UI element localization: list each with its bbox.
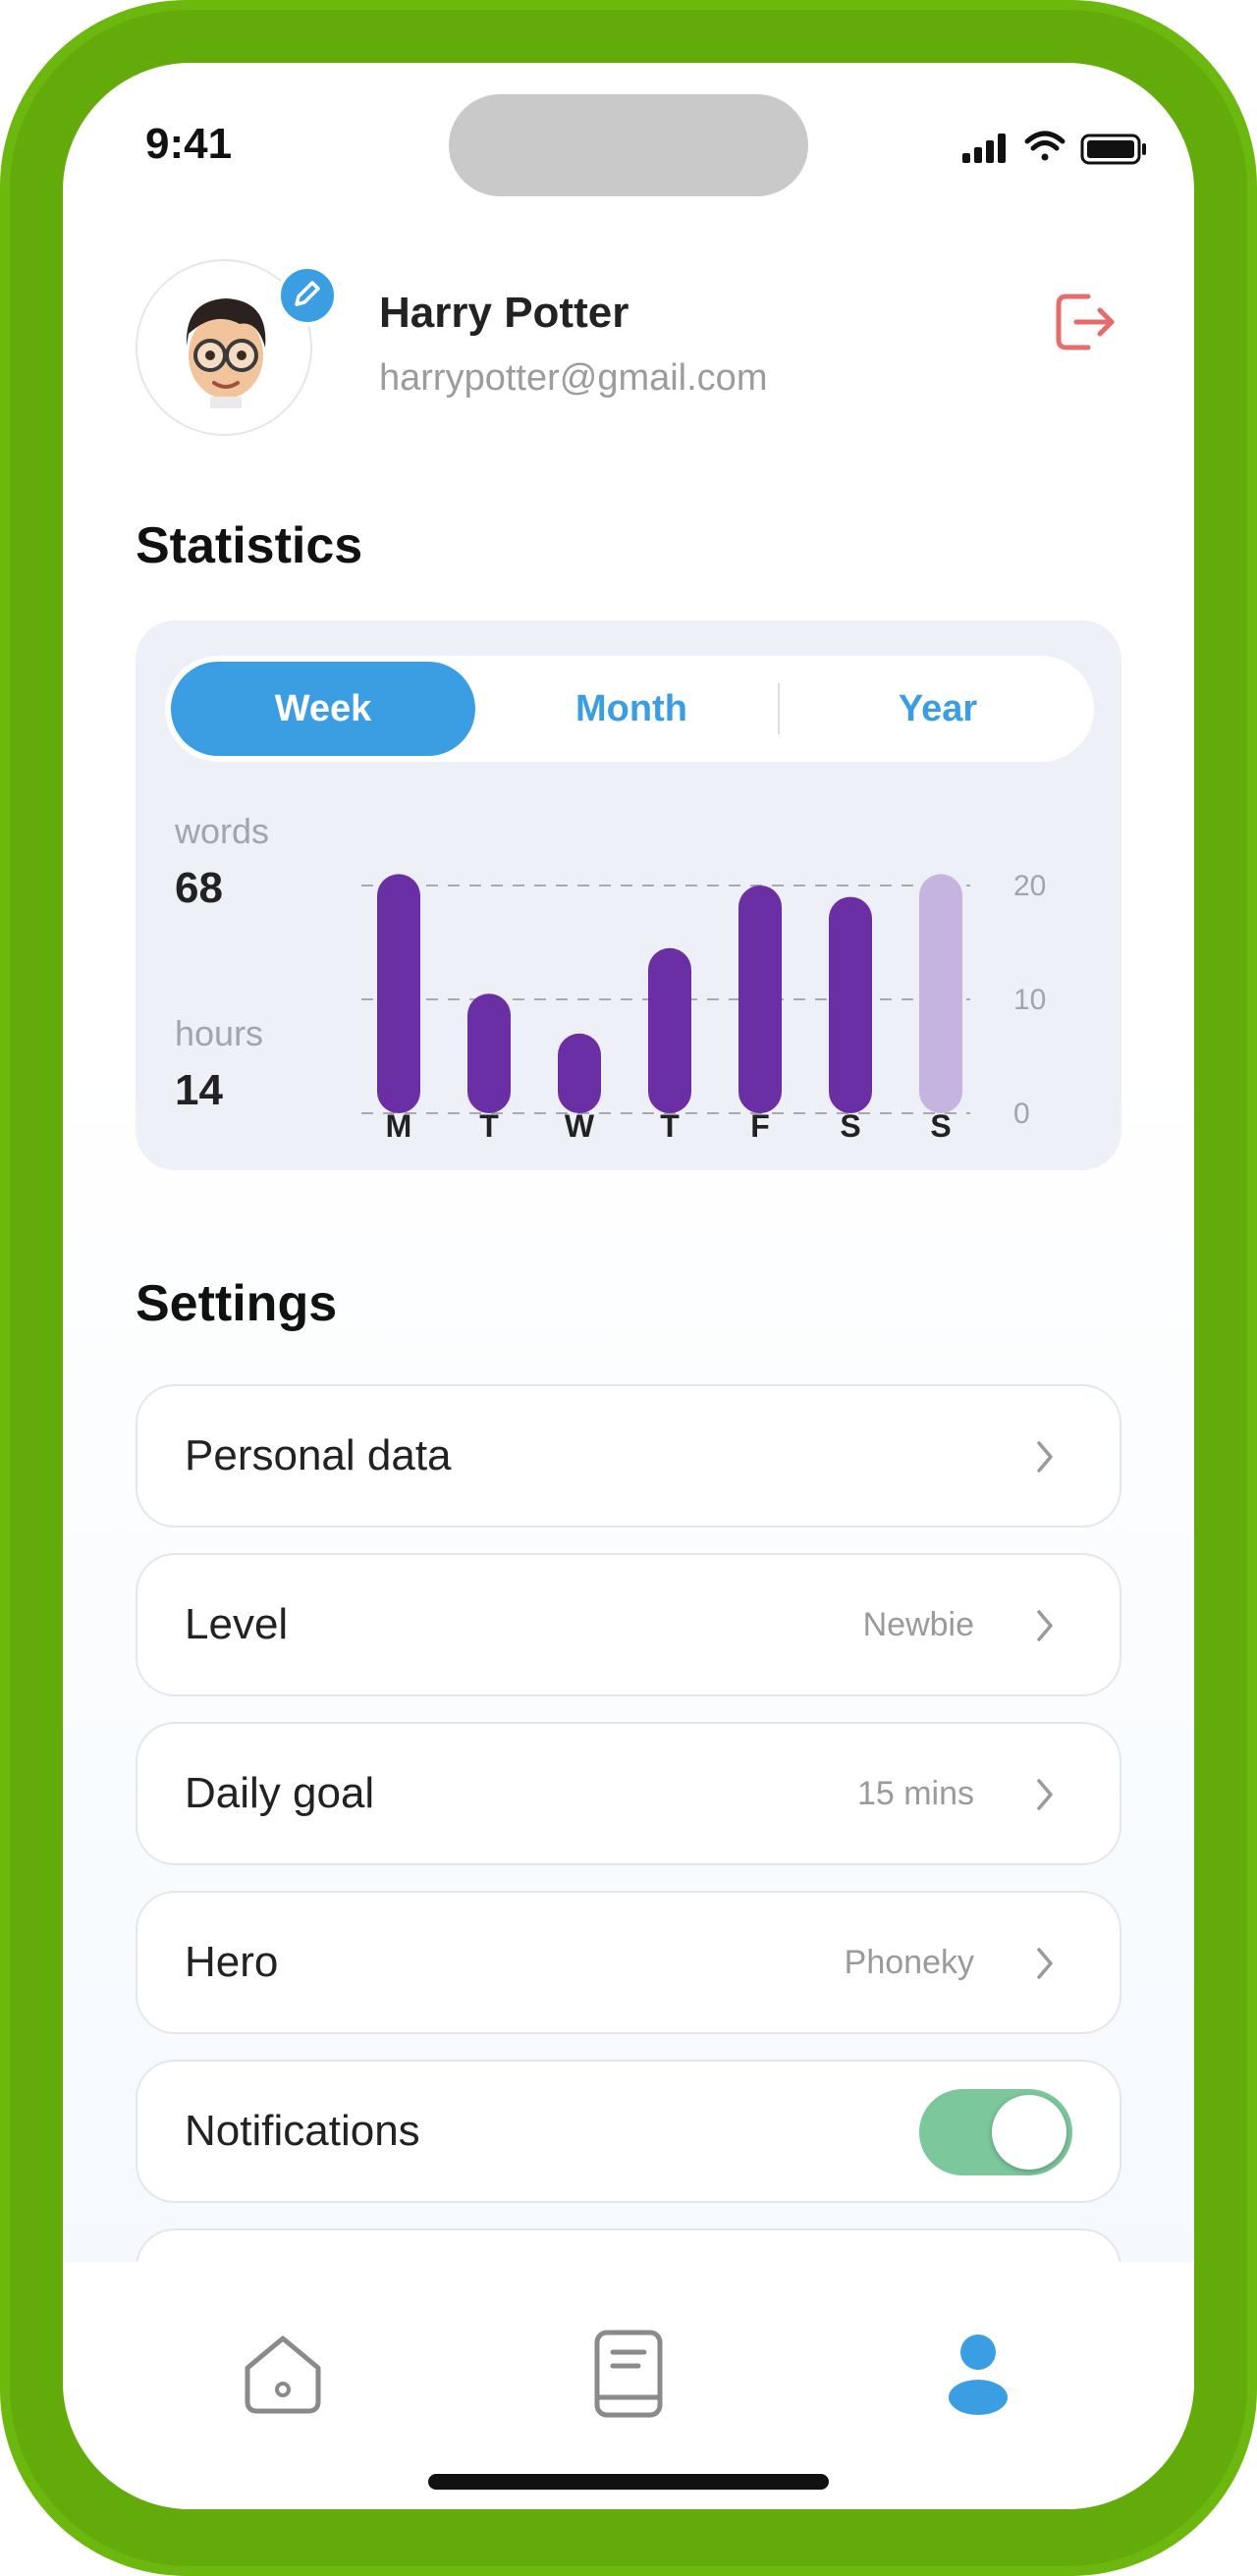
settings-row-label: Personal data [185, 1431, 452, 1479]
words-label: words [175, 811, 270, 851]
tab-year[interactable]: Year [786, 662, 1090, 756]
settings-row-label: Daily goal [185, 1769, 375, 1817]
settings-heading: Settings [136, 1275, 338, 1332]
notifications-toggle[interactable] [919, 2089, 1072, 2175]
hours-label: hours [175, 1013, 264, 1053]
nav-library[interactable] [579, 2325, 678, 2423]
memoji-avatar-icon [186, 298, 266, 408]
dynamic-island [449, 94, 808, 196]
logout-icon [1056, 294, 1115, 350]
bottom-nav [63, 2262, 1194, 2509]
chart-bar [648, 947, 691, 1113]
toggle-knob [992, 2095, 1066, 2170]
book-icon [594, 2330, 663, 2418]
chart-bar [829, 896, 872, 1113]
chevron-right-icon [1037, 1441, 1053, 1473]
battery-icon [1080, 134, 1146, 165]
chevron-right-icon [1037, 1779, 1053, 1810]
status-time: 9:41 [145, 120, 233, 168]
nav-profile[interactable] [929, 2325, 1027, 2423]
settings-row-hero[interactable]: Hero Phoneky [136, 1891, 1121, 2034]
tab-week[interactable]: Week [171, 662, 475, 756]
settings-row-level[interactable]: Level Newbie [136, 1553, 1121, 1696]
hours-value: 14 [175, 1066, 223, 1114]
chevron-right-icon [1037, 1610, 1053, 1641]
settings-row-personal-data[interactable]: Personal data [136, 1384, 1121, 1528]
chevron-right-icon [1037, 1948, 1053, 1979]
x-tick-label: T [479, 1108, 499, 1141]
settings-row-label: Notifications [185, 2107, 420, 2155]
home-icon [245, 2335, 321, 2414]
user-email: harrypotter@gmail.com [379, 357, 768, 399]
x-tick-label: W [565, 1108, 595, 1141]
x-tick-label: S [930, 1108, 951, 1141]
nav-home[interactable] [234, 2325, 332, 2423]
settings-row-value: Newbie [862, 1606, 974, 1643]
words-value: 68 [175, 864, 223, 912]
pencil-icon [295, 281, 320, 306]
cellular-signal-icon [962, 134, 1006, 163]
y-tick-label: 10 [1013, 984, 1046, 1016]
period-selector: Week Month Year [165, 656, 1094, 762]
settings-row-notifications: Notifications [136, 2060, 1121, 2203]
profile-icon [949, 2334, 1008, 2415]
settings-row-daily-goal[interactable]: Daily goal 15 mins [136, 1722, 1121, 1865]
wifi-icon [1024, 131, 1066, 161]
settings-row-value: 15 mins [856, 1775, 974, 1812]
chart-bar [919, 874, 962, 1113]
x-tick-label: S [840, 1108, 860, 1141]
chart-bar [467, 993, 511, 1113]
x-tick-label: F [750, 1108, 770, 1141]
status-icons [962, 128, 1159, 165]
chart-bar [558, 1033, 601, 1113]
y-tick-label: 0 [1013, 1098, 1030, 1130]
x-tick-label: M [386, 1108, 412, 1141]
settings-row-label: Hero [185, 1938, 279, 1986]
user-name: Harry Potter [379, 289, 629, 337]
settings-row-value: Phoneky [844, 1944, 974, 1981]
statistics-heading: Statistics [136, 517, 363, 574]
chart-bar [738, 886, 782, 1113]
y-tick-label: 20 [1013, 870, 1046, 902]
edit-avatar-button[interactable] [277, 265, 338, 326]
settings-row-label: Level [185, 1600, 289, 1648]
logout-button[interactable] [1051, 289, 1118, 355]
chart-bar [377, 874, 420, 1113]
home-indicator [428, 2474, 829, 2490]
statistics-card: Week Month Year words 68 hours 14 20 10 0 M… [136, 620, 1121, 1170]
weekly-bar-chart: 20 10 0 M T W T F S S [361, 870, 1046, 1141]
x-tick-label: T [660, 1108, 680, 1141]
tab-month[interactable]: Month [479, 662, 784, 756]
tab-divider [778, 683, 780, 734]
phone-screen: 9:41 Harry Potter harrypotter@gmail.com … [63, 63, 1194, 2509]
